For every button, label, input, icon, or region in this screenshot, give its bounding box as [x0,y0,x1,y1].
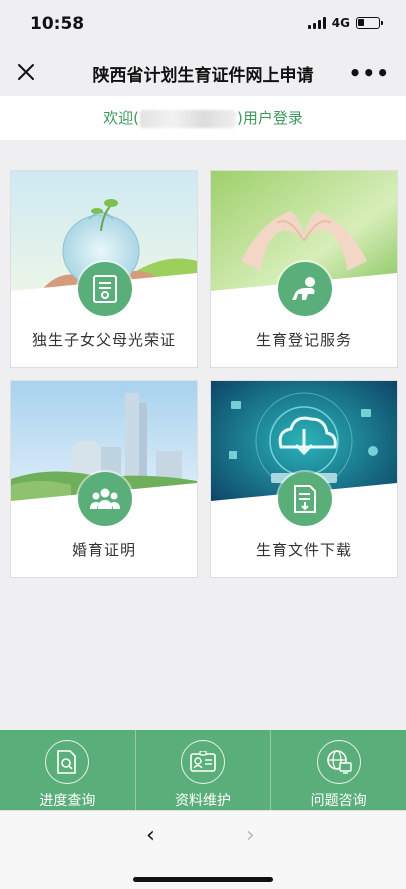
status-time: 10:58 [30,14,85,34]
baby-icon [278,262,332,316]
globe-computer-icon [316,740,361,784]
battery-icon [356,17,383,29]
redacted-username [140,109,236,128]
progress-search-icon [45,740,90,784]
card-honor-certificate[interactable]: 独生子女父母光荣证 [10,170,198,368]
network-type: 4G [331,16,350,30]
download-document-icon [278,472,332,526]
card-label: 独生子女父母光荣证 [31,331,176,349]
card-marriage-certificate[interactable]: 婚育证明 [10,380,198,578]
back-button[interactable]: ‹ [146,823,155,848]
bottom-tab-bar: 进度查询 资料维护 问题咨询 [0,730,406,810]
nav-bar: 陕西省计划生育证件网上申请 ••• [0,48,406,96]
tab-progress-query[interactable]: 进度查询 [0,730,136,810]
card-label: 生育文件下载 [255,541,352,559]
page-title: 陕西省计划生育证件网上申请 [92,66,314,86]
status-bar: 10:58 4G [0,0,406,48]
welcome-banner: 欢迎( )用户登录 [0,96,406,140]
signal-icon [307,17,326,29]
id-card-icon [181,740,225,784]
people-icon [78,472,132,526]
card-label: 婚育证明 [71,541,136,559]
status-indicators: 4G [307,16,383,30]
certificate-icon [78,262,132,316]
tab-label: 进度查询 [39,793,96,809]
tab-label: 问题咨询 [310,793,367,809]
forward-button[interactable]: › [246,823,255,848]
tab-info-maintenance[interactable]: 资料维护 [136,730,272,810]
browser-toolbar: ‹ › [0,810,406,889]
card-label: 生育登记服务 [255,331,352,349]
home-indicator[interactable] [133,877,273,882]
tab-label: 资料维护 [175,793,231,809]
welcome-prefix: 欢迎( [103,109,139,127]
card-document-download[interactable]: 生育文件下载 [210,380,398,578]
tab-question-consult[interactable]: 问题咨询 [271,730,406,810]
welcome-suffix: )用户登录 [237,109,303,127]
card-birth-registration[interactable]: 生育登记服务 [210,170,398,368]
more-options-button[interactable]: ••• [349,61,390,85]
